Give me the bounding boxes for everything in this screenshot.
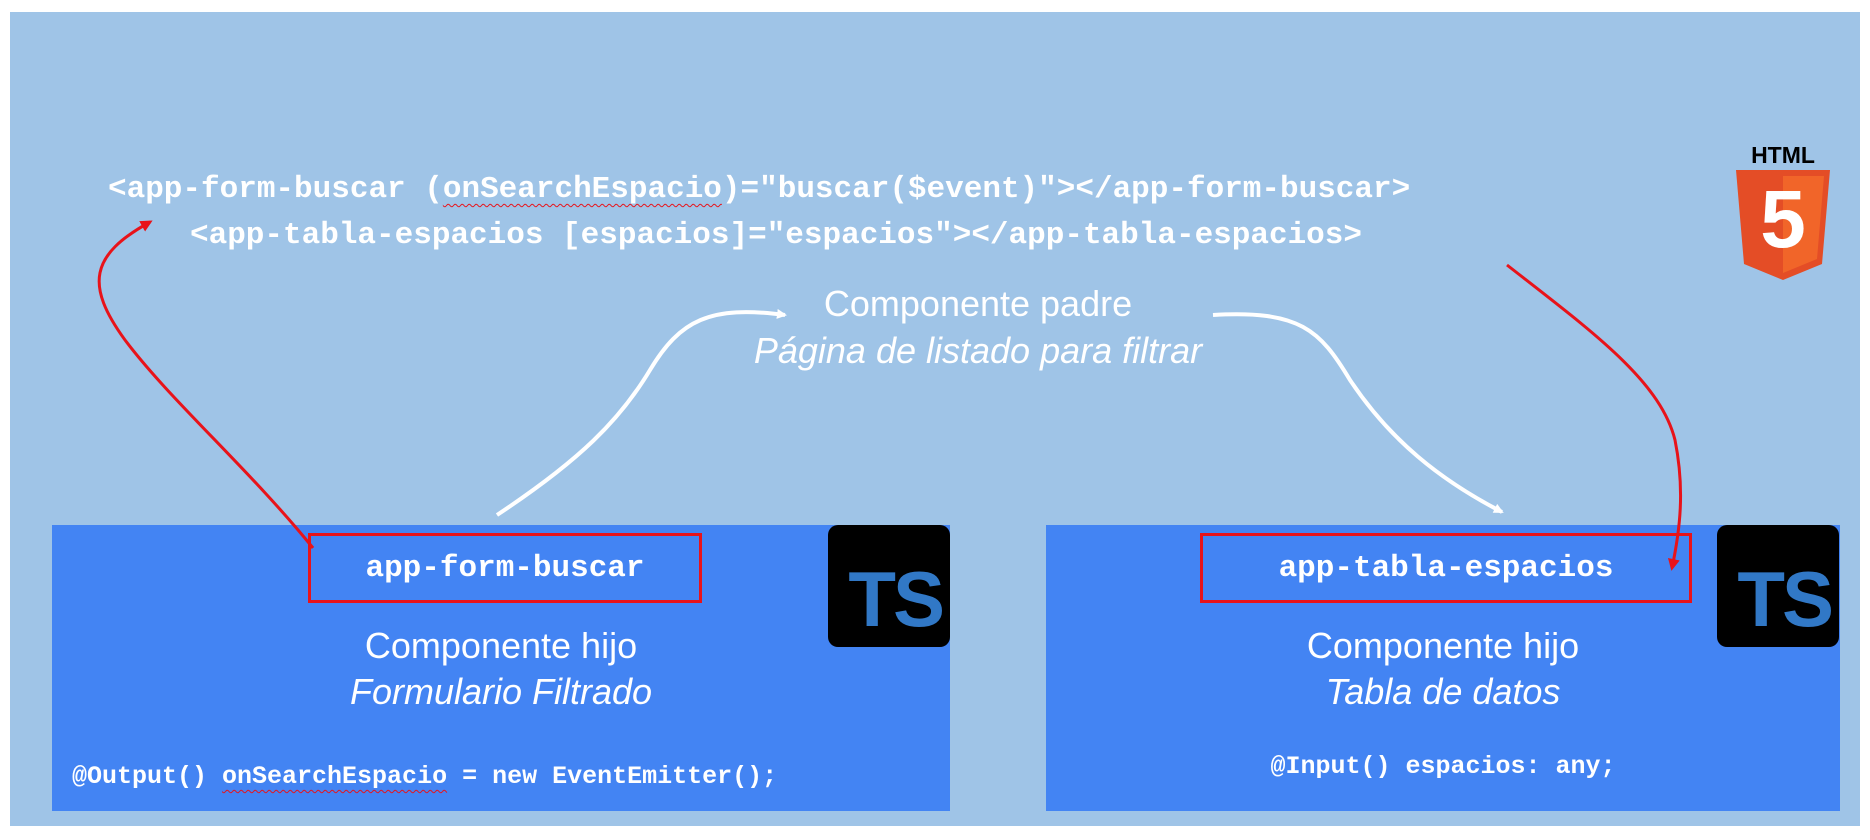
red-arrow-parent-to-input (1506, 263, 1683, 571)
connector-arrows (97, 220, 1683, 571)
white-arrow-child1-to-parent (495, 308, 787, 517)
white-arrow-parent-to-child2 (1212, 312, 1504, 514)
red-arrow-output-to-parent (97, 220, 315, 549)
